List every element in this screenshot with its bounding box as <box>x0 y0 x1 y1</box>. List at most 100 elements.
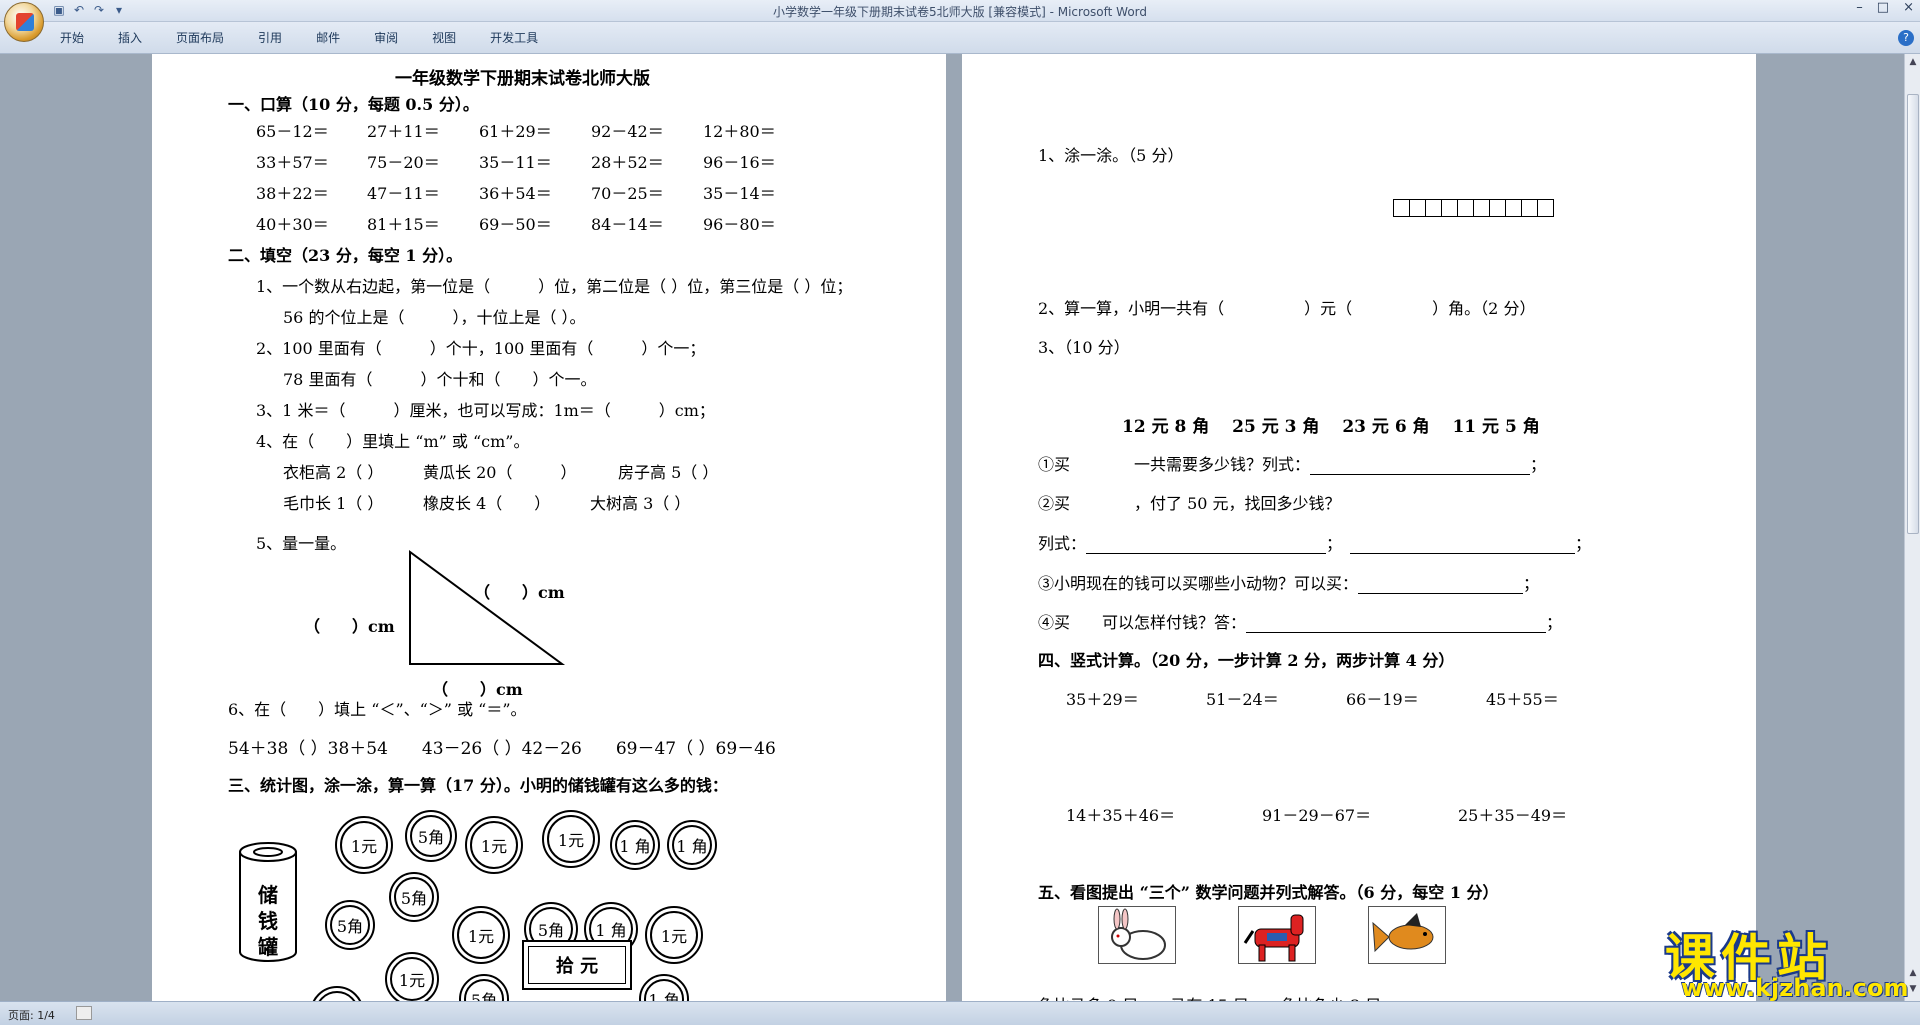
section-2-heading: 二、填空（23 分，每空 1 分）。 <box>228 246 463 265</box>
answer-blank[interactable] <box>1310 461 1531 475</box>
coin-label: 5角 <box>537 921 565 940</box>
rabbit-image <box>1098 906 1176 964</box>
help-icon[interactable]: ? <box>1898 30 1914 46</box>
calc-item: 36＋54＝ <box>479 184 552 203</box>
calc-item: 33＋57＝ <box>256 153 329 172</box>
status-bar: 页面: 1/4 <box>0 1001 1920 1025</box>
coin-label: 5角 <box>400 889 428 908</box>
question-5: 5、量一量。 <box>256 534 347 553</box>
coin: 5角 <box>524 902 578 956</box>
title-bar: ▣ ↶ ↷ ▾ 小学数学一年级下册期末试卷5北师大版 [兼容模式] - Micr… <box>0 0 1920 22</box>
vertical-calc-item: 91－29－67＝ <box>1262 806 1372 825</box>
jar-label: 储 钱 罐 <box>258 882 280 960</box>
calc-item: 96－80＝ <box>703 215 776 234</box>
calc-item: 65－12＝ <box>256 122 329 141</box>
coin-label: 1元 <box>398 971 426 990</box>
question-6-items: 54＋38（ ）38＋54 43－26（ ）42－26 69－47（ ）69－4… <box>228 739 776 759</box>
calc-item: 96－16＝ <box>703 153 776 172</box>
coin: 1 角 <box>639 974 689 1001</box>
p2-question-2: 2、算一算，小明一共有（ ）元（ ）角。（2 分） <box>1038 299 1536 318</box>
coin-label: 1元 <box>480 837 508 856</box>
p2-question-1: 1、涂一涂。（5 分） <box>1038 146 1184 165</box>
page-title: 一年级数学下册期末试卷北师大版 <box>395 69 650 89</box>
tab-review[interactable]: 审阅 <box>374 29 416 46</box>
section-1-heading: 一、口算（10 分，每题 0.5 分）。 <box>228 95 479 114</box>
coin: 1元 <box>335 816 393 874</box>
scroll-thumb[interactable] <box>1907 94 1919 534</box>
question-4: 4、在（ ）里填上 “m” 或 “cm”。 <box>256 432 530 451</box>
calc-item: 40＋30＝ <box>256 215 329 234</box>
vertical-scrollbar[interactable]: ▲ ▲ ▼ <box>1904 54 1920 1001</box>
coin: 1 角 <box>610 820 660 870</box>
coin: 1元 <box>452 906 510 964</box>
calc-item: 12＋80＝ <box>703 122 776 141</box>
coin: 5角 <box>405 810 457 862</box>
p2-question-3: 3、（10 分） <box>1038 338 1130 357</box>
vertical-calc-item: 35＋29＝ <box>1066 690 1139 709</box>
answer-blank[interactable] <box>1358 580 1524 594</box>
p2-line-4: ③小明现在的钱可以买哪些小动物？可以买：； <box>1038 574 1540 594</box>
p2-line-2: ②买 ，付了 50 元，找回多少钱？ <box>1038 494 1341 513</box>
vertical-calc-item: 45＋55＝ <box>1486 690 1559 709</box>
calc-item: 61＋29＝ <box>479 122 552 141</box>
question-1b: 56 的个位上是（ ），十位上是（ ）。 <box>283 308 586 327</box>
tab-view[interactable]: 视图 <box>432 29 474 46</box>
answer-blank[interactable] <box>1086 540 1327 554</box>
coin: 5角 <box>389 872 439 922</box>
coin-label: 5角 <box>417 828 445 847</box>
vertical-calc-item: 51－24＝ <box>1206 690 1279 709</box>
calc-item: 27＋11＝ <box>367 122 440 141</box>
p2-line-1: ①买 一共需要多少钱？列式：； <box>1038 455 1547 475</box>
coin: 1元 <box>542 810 600 868</box>
tab-developer[interactable]: 开发工具 <box>490 29 556 46</box>
vertical-calc-item: 66－19＝ <box>1346 690 1419 709</box>
p2-line-5: ④买 可以怎样付钱？答：； <box>1038 613 1563 633</box>
price-list: 12 元 8 角 25 元 3 角 23 元 6 角 11 元 5 角 <box>1122 417 1540 437</box>
maximize-button[interactable]: □ <box>1877 0 1889 15</box>
coloring-grid[interactable] <box>1393 199 1554 217</box>
question-2a: 2、100 里面有（ ）个十，100 里面有（ ）个一； <box>256 339 706 358</box>
document-page-1[interactable]: 一年级数学下册期末试卷北师大版 一、口算（10 分，每题 0.5 分）。 65－… <box>152 54 946 1001</box>
answer-blank[interactable] <box>1246 619 1547 633</box>
close-button[interactable]: × <box>1903 0 1914 15</box>
vertical-calc-item: 14＋35＋46＝ <box>1066 806 1176 825</box>
section-4-heading: 四、竖式计算。（20 分，一步计算 2 分，两步计算 4 分） <box>1038 651 1455 670</box>
horse-image <box>1238 906 1316 964</box>
coin-label: 1 角 <box>648 991 680 1001</box>
fish-image <box>1368 906 1446 964</box>
tab-insert[interactable]: 插入 <box>118 29 160 46</box>
page-indicator[interactable]: 页面: 1/4 <box>8 1007 55 1023</box>
tab-references[interactable]: 引用 <box>258 29 300 46</box>
q4-item: 橡皮长 4（ ） <box>423 494 551 513</box>
q4-item: 毛巾长 1（ ） <box>283 494 384 513</box>
proofing-icon[interactable] <box>76 1006 92 1020</box>
minimize-button[interactable]: – <box>1856 0 1863 15</box>
p2-line-4-text: ③小明现在的钱可以买哪些小动物？可以买： <box>1038 574 1359 593</box>
window-controls: – □ × <box>1856 0 1914 15</box>
coin: 1元 <box>310 986 364 1001</box>
triangle-figure <box>409 550 566 665</box>
vertical-calc-item: 25＋35－49＝ <box>1458 806 1568 825</box>
p2-line-3-text: 列式： <box>1038 534 1087 553</box>
tab-page-layout[interactable]: 页面布局 <box>176 29 242 46</box>
coin: 5角 <box>459 974 509 1001</box>
q4-item: 房子高 5（ ） <box>618 463 719 482</box>
jar-char: 钱 <box>258 909 278 933</box>
p2-bottom-line: 兔比马多 9 只 马有 15 只 兔比鱼少 3 只 <box>1038 992 1381 1001</box>
scroll-up-icon[interactable]: ▲ <box>1905 54 1920 70</box>
calc-item: 84－14＝ <box>591 215 664 234</box>
coin: 1元 <box>645 906 703 964</box>
calc-item: 81＋15＝ <box>367 215 440 234</box>
tab-home[interactable]: 开始 <box>60 29 102 46</box>
coin: 1 角 <box>584 902 638 956</box>
calc-item: 70－25＝ <box>591 184 664 203</box>
office-button[interactable] <box>4 2 44 42</box>
answer-blank[interactable] <box>1350 540 1576 554</box>
tab-mailings[interactable]: 邮件 <box>316 29 358 46</box>
watermark-url: www.kjzhan.com <box>1681 974 1909 1002</box>
coin: 5角 <box>325 900 375 950</box>
document-page-2[interactable]: 1、涂一涂。（5 分） 2、算一算，小明一共有（ ）元（ ）角。（2 分） 3、… <box>962 54 1756 1001</box>
q4-item: 黄瓜长 20（ ） <box>423 463 577 482</box>
coin-label: 5角 <box>336 917 364 936</box>
coin-label: 1元 <box>312 988 362 1001</box>
